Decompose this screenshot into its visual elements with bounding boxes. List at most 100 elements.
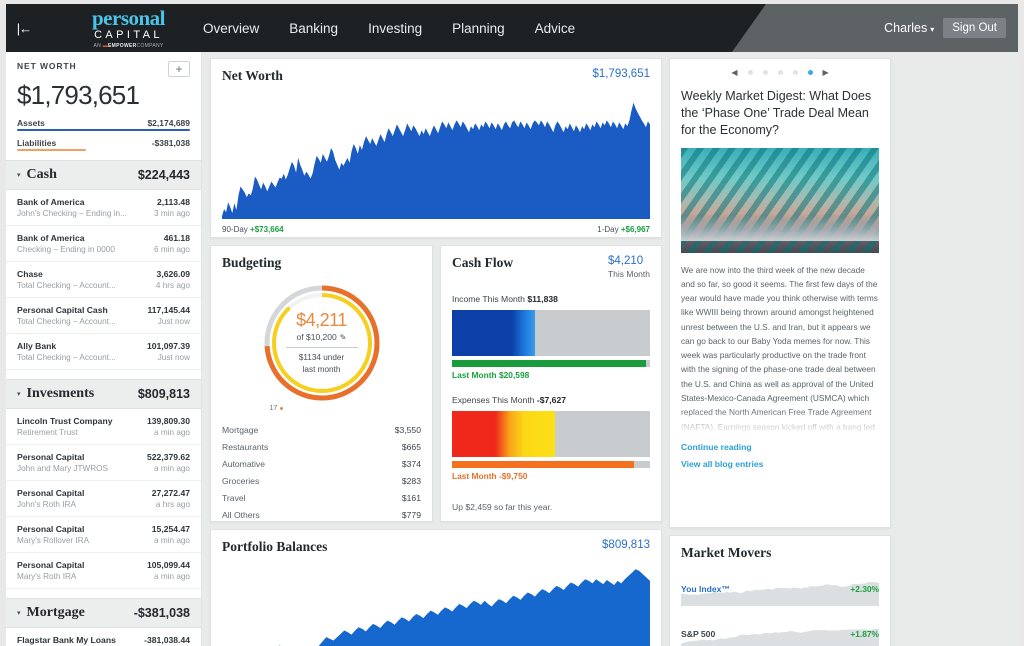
net-worth-card-amount: $1,793,651 [592,68,650,80]
account-row[interactable]: Personal Capital Cash Total Checking – A… [6,298,201,334]
carousel-prev-icon[interactable]: ◀ [731,68,737,77]
expenses-label: Expenses This Month [452,395,535,405]
budget-category-list: Mortgage $3,550 Restaurants $665 Automat… [222,421,421,523]
account-row[interactable]: Personal Capital John and Mary JTWROS 52… [6,445,201,481]
assets-value: $2,174,689 [147,118,190,128]
account-name: Personal Capital [17,560,85,570]
net-worth-card[interactable]: Net Worth $1,793,651 90-Day +$73,664 1-D… [210,58,662,238]
assets-label: Assets [17,118,45,128]
sidebar-section-cash[interactable]: ▾ Cash $224,443 [6,160,201,190]
user-menu[interactable]: Charles ▾ [884,21,934,35]
nav-item-planning[interactable]: Planning [452,21,505,36]
budget-category-row[interactable]: Mortgage $3,550 [222,421,421,438]
account-name: Chase [17,269,43,279]
account-sub: John's Checking – Ending in... [17,209,127,218]
market-movers-card[interactable]: Market Movers You Index™ +2.30% S&P 500 … [669,535,891,646]
market-mover-row[interactable]: S&P 500 +1.87% [681,617,879,646]
carousel-dot[interactable] [792,70,798,75]
liabilities-row[interactable]: Liabilities -$381,038 [6,138,201,151]
edit-pencil-icon[interactable]: ✎ [340,333,347,342]
sidebar-section-mortgage[interactable]: ▾ Mortgage -$381,038 [6,598,201,628]
carousel-dot-active[interactable] [807,70,813,75]
budget-category-row[interactable]: Groceries $283 [222,472,421,489]
assets-bar [17,129,190,131]
account-row[interactable]: Personal Capital Mary's Rollover IRA 15,… [6,517,201,553]
market-mover-row[interactable]: You Index™ +2.30% [681,572,879,606]
net-worth-1day: 1-Day +$6,967 [597,225,650,234]
account-row[interactable]: Flagstar Bank My Loans Mortgage - Ending… [6,628,201,646]
logo-tagline-pre: AN [93,42,102,49]
carousel-dot[interactable] [747,70,753,75]
budget-category-row[interactable]: Restaurants $665 [222,438,421,455]
sidebar-collapse-icon[interactable]: |← [6,21,42,36]
budgeting-card[interactable]: Budgeting $4,211 of $10,200 ✎ $1134 unde… [210,245,433,540]
expenses-bar [452,411,650,457]
account-row[interactable]: Personal Capital Mary's Roth IRA 105,099… [6,553,201,589]
app-logo[interactable]: personal CAPITAL AN ▬EMPOWERCOMPANY [92,5,166,49]
account-row[interactable]: Lincoln Trust Company Retirement Trust 1… [6,409,201,445]
portfolio-area-svg [278,569,650,646]
continue-reading-link[interactable]: Continue reading [681,442,879,452]
net-worth-1day-label: 1-Day [597,225,619,234]
view-all-blog-link[interactable]: View all blog entries [681,459,879,469]
income-last-month: Last Month $20,598 [452,370,530,380]
account-row[interactable]: Chase Total Checking – Account... 3,626.… [6,262,201,298]
budget-donut-chart[interactable]: $4,211 of $10,200 ✎ $1134 under last mon… [261,282,383,412]
cash-flow-amount: $4,210 [607,255,644,267]
net-worth-chart [222,95,650,219]
account-time: 4 hrs ago [155,281,190,290]
category-name: Restaurants [222,441,269,452]
sign-out-button[interactable]: Sign Out [943,18,1006,38]
logo-personal-text: personal [92,5,166,30]
account-name: Bank of America [17,197,85,207]
budget-category-row[interactable]: Travel $161 [222,489,421,506]
nav-item-investing[interactable]: Investing [368,21,422,36]
category-amount: $3,550 [394,424,421,435]
carousel-dot[interactable] [777,70,783,75]
category-name: Automative [222,458,265,469]
carousel-dot[interactable] [762,70,768,75]
portfolio-balances-card[interactable]: Portfolio Balances $809,813 [210,529,662,646]
nav-item-banking[interactable]: Banking [289,21,338,36]
liabilities-value: -$381,038 [151,138,190,148]
header-right-area: Charles ▾ Sign Out [884,18,1018,38]
logo-tagline: AN ▬EMPOWERCOMPANY [92,42,165,49]
account-row[interactable]: Ally Bank Total Checking – Account... 10… [6,334,201,370]
add-account-button[interactable]: + [168,61,190,77]
cash-flow-card[interactable]: Cash Flow $4,210 This Month Income This … [440,245,662,522]
account-row[interactable]: Personal Capital John's Roth IRA 27,272.… [6,481,201,517]
category-name: All Others [222,509,260,520]
account-time: a hrs ago [155,500,190,509]
budget-category-row[interactable]: All Others $779 [222,506,421,523]
dashboard-main: Net Worth $1,793,651 90-Day +$73,664 1-D… [202,52,1018,646]
budget-under-line1: $1134 under [298,353,345,363]
account-row[interactable]: Bank of America Checking – Ending in 000… [6,226,201,262]
account-balance: 3,626.09 [156,269,190,279]
account-balance: 522,379.62 [146,452,190,462]
section-name-cash: Cash [26,167,57,182]
nav-item-advice[interactable]: Advice [535,21,576,36]
category-name: Groceries [222,475,260,486]
chevron-down-icon: ▾ [17,610,21,617]
income-last-bar [452,360,650,367]
assets-row[interactable]: Assets $2,174,689 [6,118,201,131]
market-digest-card[interactable]: ◀ ▶ Weekly Market Digest: What Does the … [669,58,891,528]
logo-capital-text: CAPITAL [94,28,163,41]
expenses-last-bar-fill [452,461,635,468]
accounts-sidebar[interactable]: NET WORTH + $1,793,651 Assets $2,174,689… [6,52,202,646]
account-time: Just now [157,353,190,362]
carousel-next-icon[interactable]: ▶ [823,68,829,77]
article-title[interactable]: Weekly Market Digest: What Does the ‘Pha… [681,88,879,139]
category-amount: $374 [401,458,421,469]
account-row[interactable]: Bank of America John's Checking – Ending… [6,190,201,226]
budget-category-row[interactable]: Automative $374 [222,455,421,472]
cash-flow-note: Up $2,459 so far this year. [452,502,553,512]
account-sub: Mary's Rollover IRA [17,536,90,545]
category-name: Travel [222,492,246,503]
account-sub: Total Checking – Account... [17,317,116,326]
market-mover-pct: +2.30% [850,584,879,594]
sidebar-section-investments[interactable]: ▾ Invesments $809,813 [6,379,201,409]
liabilities-label: Liabilities [17,138,57,148]
logo-tagline-brand: EMPOWER [108,42,137,49]
nav-item-overview[interactable]: Overview [203,21,259,36]
